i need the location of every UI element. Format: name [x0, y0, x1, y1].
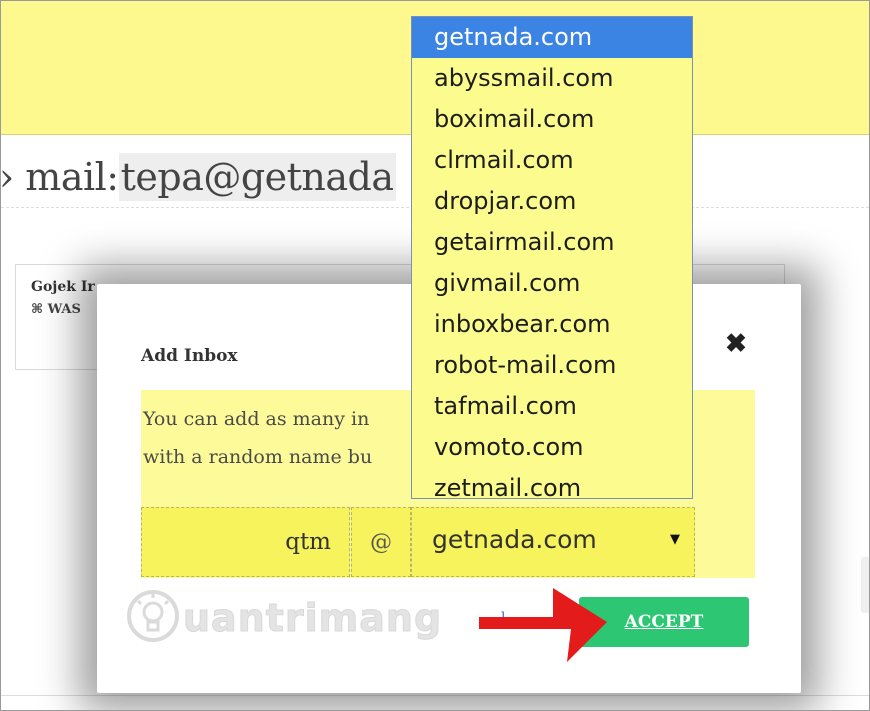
watermark-logo: uantrimang [126, 586, 442, 656]
heading-icon-fragment: › [0, 155, 14, 199]
dropdown-option-vomoto[interactable]: vomoto.com [412, 427, 692, 468]
heading-prefix: mail: [25, 155, 119, 199]
message-sender: Gojek Ir [31, 279, 95, 295]
message-subject: ⌘ WAS [31, 302, 81, 317]
email-address[interactable]: tepa@getnada [118, 153, 396, 201]
side-tab[interactable] [861, 557, 869, 613]
dropdown-option-tafmail[interactable]: tafmail.com [412, 386, 692, 427]
domain-select-value: getnada.com [432, 525, 597, 554]
dropdown-caret-icon: ▼ [670, 532, 680, 547]
notice-line-2: with a random name bu [143, 446, 373, 468]
dropdown-option-boximail[interactable]: boximail.com [412, 99, 692, 140]
watermark-text: uantrimang [182, 596, 443, 641]
page-title: › mail:tepa@getnada [0, 153, 396, 201]
dropdown-option-dropjar[interactable]: dropjar.com [412, 181, 692, 222]
dropdown-option-inboxbear[interactable]: inboxbear.com [412, 304, 692, 345]
dropdown-option-clrmail[interactable]: clrmail.com [412, 140, 692, 181]
at-symbol: @ [351, 507, 411, 577]
dropdown-option-givmail[interactable]: givmail.com [412, 263, 692, 304]
inbox-name-input[interactable] [141, 507, 350, 577]
domain-dropdown-list[interactable]: getnada.com abyssmail.com boximail.com c… [411, 16, 693, 502]
lightbulb-icon [127, 590, 179, 642]
dropdown-option-zetmail[interactable]: zetmail.com [412, 468, 692, 509]
browser-viewport: › mail:tepa@getnada Gojek Ir ⌘ WAS Add I… [0, 0, 870, 711]
divider [1, 695, 869, 696]
dropdown-option-getairmail[interactable]: getairmail.com [412, 222, 692, 263]
close-icon[interactable]: ✖ [721, 328, 751, 358]
red-arrow-annotation [479, 588, 607, 662]
modal-title: Add Inbox [141, 346, 238, 366]
dropdown-option-getnada[interactable]: getnada.com [412, 17, 692, 58]
domain-select[interactable]: getnada.com ▼ [411, 507, 695, 577]
dropdown-option-robot-mail[interactable]: robot-mail.com [412, 345, 692, 386]
notice-line-1: You can add as many in [143, 408, 370, 430]
dropdown-option-abyssmail[interactable]: abyssmail.com [412, 58, 692, 99]
new-address-row: @ getnada.com ▼ [141, 507, 695, 579]
